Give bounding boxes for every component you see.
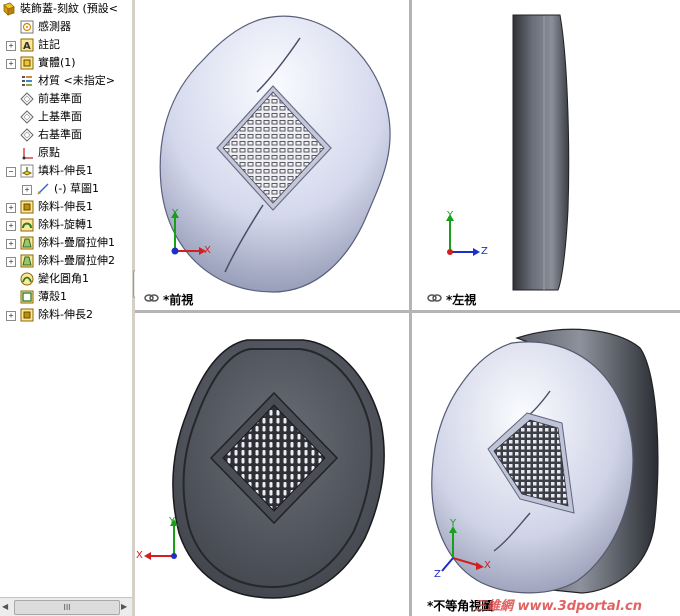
left-y-axis-label: Y	[447, 210, 454, 221]
front-view-model	[159, 15, 391, 293]
front-view-label: *前視	[163, 293, 194, 307]
cut-extrude-icon	[20, 308, 34, 322]
tree-item-label: 變化圓角1	[38, 272, 89, 285]
annotation-icon: A	[20, 38, 34, 52]
left-view-model	[446, 14, 570, 291]
viewport-trimetric[interactable]: Y X Z *不等角視圖 三維網 www.3dportal.cn	[412, 313, 680, 616]
expand-toggle-icon[interactable]: +	[6, 203, 16, 213]
tree-item-label: 填料-伸長1	[38, 164, 93, 177]
origin-icon	[22, 148, 33, 160]
tree-root-label: 裝飾蓋-刻紋 (預設<	[20, 2, 118, 15]
tree-item-label: 除料-疊層拉伸2	[38, 254, 115, 267]
collapse-toggle-icon[interactable]: −	[6, 167, 16, 177]
left-view-label: *左視	[446, 293, 477, 307]
cut-loft-icon	[20, 236, 34, 250]
viewport-left[interactable]: Y Z *左視	[412, 0, 680, 310]
cut-loft-icon	[20, 254, 34, 268]
tree-item-label: (-) 草圖1	[54, 182, 100, 195]
shell-icon	[20, 290, 34, 304]
part-icon	[3, 2, 15, 16]
tree-item-label: 前基準面	[38, 92, 82, 105]
scroll-left-arrow-icon[interactable]: ◀	[2, 601, 12, 613]
trimetric-z-axis-label: Z	[434, 569, 441, 580]
solid-bodies-icon	[20, 56, 34, 70]
viewport-front[interactable]: Y X *前視	[135, 0, 409, 310]
left-z-axis-label: Z	[481, 246, 488, 257]
expand-toggle-icon[interactable]: +	[6, 59, 16, 69]
cut-revolve-icon	[20, 218, 34, 232]
tree-item-label: 除料-疊層拉伸1	[38, 236, 115, 249]
tree-item-label: 實體(1)	[38, 56, 76, 69]
top-x-axis-label: X	[136, 550, 143, 561]
tree-horizontal-scrollbar[interactable]: ◀ III ▶	[0, 597, 132, 616]
scrollbar-grip: III	[63, 603, 71, 612]
sensor-icon	[20, 20, 34, 34]
expand-toggle-icon[interactable]: +	[6, 239, 16, 249]
expand-toggle-icon[interactable]: +	[22, 185, 32, 195]
tree-item-label: 薄殼1	[38, 290, 67, 303]
sketch-icon	[37, 183, 49, 195]
watermark: 三維網 www.3dportal.cn	[474, 599, 643, 614]
expand-toggle-icon[interactable]: +	[6, 311, 16, 321]
scroll-right-arrow-icon[interactable]: ▶	[121, 601, 131, 613]
viewport-top[interactable]: Y X	[135, 313, 409, 616]
top-y-axis-label: Y	[169, 516, 176, 527]
tree-item-label: 除料-旋轉1	[38, 218, 93, 231]
tree-item-label: 上基準面	[38, 110, 82, 123]
material-icon	[22, 76, 32, 86]
plane-icon	[20, 128, 34, 142]
tree-item-label: 感測器	[38, 20, 71, 33]
front-x-axis-label: X	[204, 245, 211, 256]
tree-item-label: 右基準面	[38, 128, 82, 141]
tree-item-label: 除料-伸長2	[38, 308, 93, 321]
trimetric-x-axis-label: X	[484, 560, 491, 571]
link-icon	[427, 294, 442, 302]
top-view-model	[144, 339, 385, 599]
front-y-axis-label: Y	[172, 208, 179, 219]
tree-item-label: 原點	[38, 146, 60, 159]
boss-extrude-icon	[20, 164, 34, 178]
tree-item-label: 除料-伸長1	[38, 200, 93, 213]
expand-toggle-icon[interactable]: +	[6, 41, 16, 51]
expand-toggle-icon[interactable]: +	[6, 257, 16, 267]
feature-manager-tree: 裝飾蓋-刻紋 (預設< 感測器 + A 註記 + 實體(1) 材質 <未指定> 前基準面上基準…	[0, 0, 133, 616]
expand-toggle-icon[interactable]: +	[6, 221, 16, 231]
link-icon	[144, 294, 159, 302]
plane-icon	[20, 92, 34, 106]
trimetric-view-model	[431, 328, 659, 594]
plane-icon	[20, 110, 34, 124]
cut-extrude-icon	[20, 200, 34, 214]
trimetric-y-axis-label: Y	[450, 518, 457, 529]
variable-fillet-icon	[20, 272, 34, 286]
tree-item-label: 註記	[38, 38, 60, 51]
tree-item-label: 材質 <未指定>	[38, 74, 115, 87]
scrollbar-thumb[interactable]: III	[14, 600, 120, 615]
svg-text:A: A	[23, 41, 31, 52]
